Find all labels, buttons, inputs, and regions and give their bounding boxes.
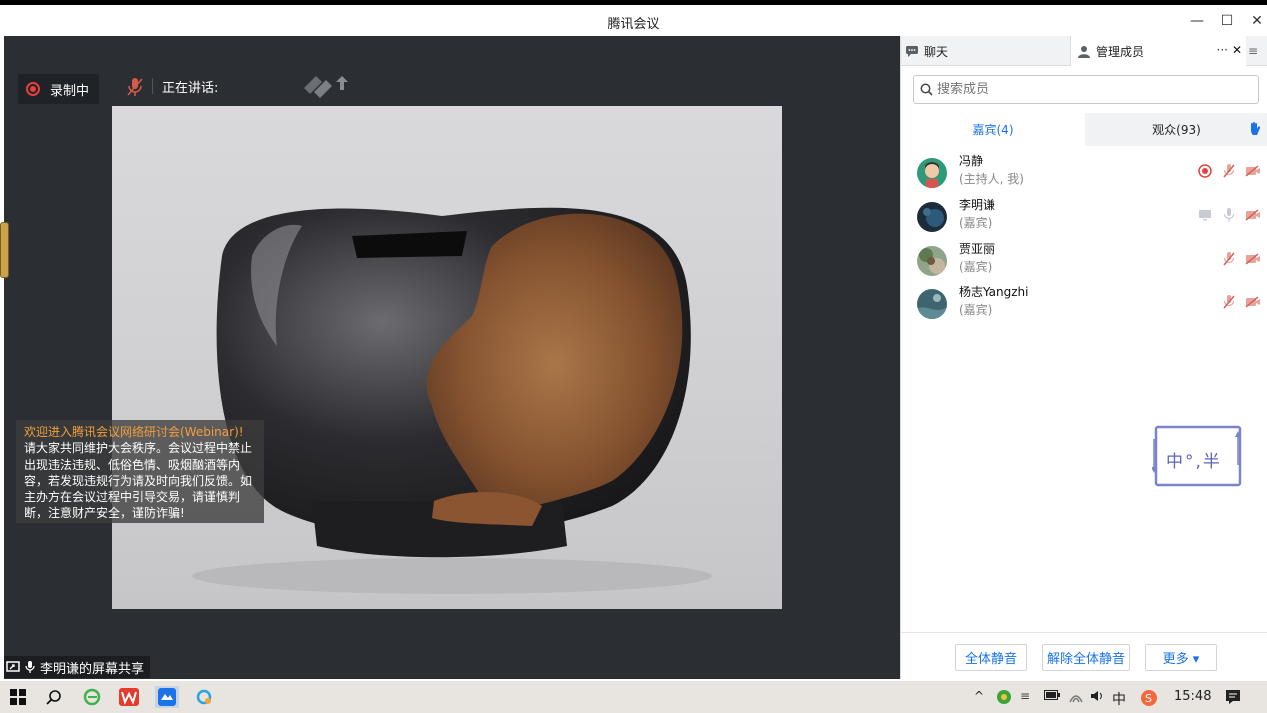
member-role: (嘉宾) [959, 303, 993, 317]
speaking-label: 正在讲话: [162, 81, 219, 96]
share-owner-label: 李明谦的屏幕共享 [40, 661, 145, 677]
record-icon [1196, 162, 1214, 180]
screen-share-label: 李明谦的屏幕共享 [4, 656, 151, 678]
tencent-app-icon[interactable] [192, 686, 216, 708]
member-row[interactable]: 贾亚丽 (嘉宾) [917, 240, 1262, 280]
tencent-meeting-taskbar-icon[interactable] [155, 686, 179, 708]
search-input[interactable] [937, 82, 1237, 97]
member-role: (主持人, 我) [959, 172, 1024, 186]
video-off-icon[interactable] [1244, 250, 1262, 268]
tab-members[interactable]: 管理成员 ··· ✕ [1071, 36, 1246, 66]
tencent-meeting-logo-icon [304, 76, 348, 98]
welcome-notice: 欢迎进入腾讯会议网络研讨会(Webinar)! 请大家共同维护大会秩序。会议过程… [16, 420, 264, 523]
shared-screen-image [112, 106, 782, 609]
member-row[interactable]: 杨志Yangzhi (嘉宾) [917, 283, 1262, 323]
recording-label: 录制中 [50, 83, 90, 99]
muted-mic-icon[interactable] [1220, 162, 1238, 180]
notification-icon[interactable] [1225, 689, 1241, 708]
video-off-icon[interactable] [1244, 206, 1262, 224]
tab-chat-label: 聊天 [924, 44, 949, 59]
avatar [917, 202, 947, 232]
tab-audience[interactable]: 观众(93) [1085, 113, 1267, 146]
svg-text:S: S [1145, 692, 1152, 705]
ie-browser-icon[interactable] [80, 686, 104, 708]
avatar [917, 158, 947, 188]
video-off-icon[interactable] [1244, 162, 1262, 180]
raise-hand-icon[interactable] [1248, 121, 1262, 137]
tab-audience-label: 观众(93) [1152, 123, 1201, 137]
member-search[interactable] [913, 75, 1259, 104]
video-off-icon[interactable] [1244, 293, 1262, 311]
screen-share-icon [6, 661, 20, 672]
chat-icon [906, 46, 918, 57]
close-panel-button[interactable]: ✕ [1232, 43, 1242, 57]
tab-members-label: 管理成员 [1096, 44, 1145, 59]
member-name: 冯静 [959, 154, 984, 168]
divider [152, 78, 153, 94]
member-name: 杨志Yangzhi [959, 285, 1029, 299]
tab-chat[interactable]: 聊天 [901, 36, 1071, 66]
members-panel: 聊天 管理成员 ··· ✕ ≡ 嘉宾(4) 观众(93) 冯静 (主持人, 我) [900, 36, 1267, 679]
panel-menu-button[interactable]: ≡ [1248, 36, 1258, 66]
tray-input-icon[interactable]: ≡ [1020, 689, 1030, 703]
avatar [917, 289, 947, 319]
avatar [917, 246, 947, 276]
muted-mic-icon [127, 78, 143, 96]
volume-icon[interactable] [1090, 689, 1106, 706]
title-bar: 腾讯会议 — ☐ ✕ [0, 5, 1267, 36]
clock[interactable]: 15:48 [1174, 689, 1211, 704]
record-icon [26, 82, 40, 96]
member-row[interactable]: 冯静 (主持人, 我) [917, 152, 1262, 192]
wifi-icon[interactable] [1068, 689, 1084, 706]
welcome-title: 欢迎进入腾讯会议网络研讨会(Webinar)! [24, 425, 244, 439]
meeting-stage: 录制中 正在讲话: 欢迎进入腾讯会议网络研讨会(Webinar)! 请大家共同维… [4, 36, 900, 679]
more-button[interactable]: 更多 ▾ [1145, 644, 1217, 671]
unmute-all-button[interactable]: 解除全体静音 [1042, 644, 1130, 671]
mic-icon [25, 661, 35, 673]
member-role: (嘉宾) [959, 260, 993, 274]
welcome-body: 请大家共同维护大会秩序。会议过程中禁止出现违法违规、低俗色情、吸烟酗酒等内容，若… [24, 441, 253, 521]
member-subtabs: 嘉宾(4) 观众(93) [901, 113, 1267, 146]
sogou-icon[interactable]: S [1140, 689, 1158, 710]
member-name: 贾亚丽 [959, 242, 996, 256]
tab-guests[interactable]: 嘉宾(4) [901, 113, 1085, 146]
panel-footer: 全体静音 解除全体静音 更多 ▾ [901, 632, 1267, 679]
wps-icon[interactable] [117, 686, 141, 708]
mute-all-button[interactable]: 全体静音 [955, 644, 1027, 671]
search-icon [920, 83, 933, 96]
side-drag-handle[interactable] [0, 222, 9, 278]
ime-text: 中°,半 [1166, 452, 1222, 472]
tray-app-icon[interactable] [996, 689, 1012, 708]
mic-icon[interactable] [1220, 206, 1238, 224]
window-title: 腾讯会议 [607, 17, 660, 32]
screen-share-icon [1196, 206, 1214, 224]
vase-image [192, 207, 712, 594]
taskbar: ^ ≡ 中 S 15:48 [0, 681, 1267, 713]
more-options-button[interactable]: ··· [1217, 43, 1228, 57]
member-name: 李明谦 [959, 198, 996, 212]
maximize-button[interactable]: ☐ [1213, 9, 1241, 33]
person-icon [1078, 45, 1090, 58]
tray-expand-icon[interactable]: ^ [974, 689, 984, 703]
stage-toolbar: 录制中 正在讲话: [4, 36, 900, 106]
windows-start-icon[interactable] [6, 686, 30, 708]
ime-indicator[interactable]: 中 [1112, 689, 1126, 709]
search-icon[interactable] [42, 686, 66, 708]
muted-mic-icon[interactable] [1220, 293, 1238, 311]
member-role: (嘉宾) [959, 216, 993, 230]
battery-icon[interactable] [1044, 689, 1060, 703]
minimize-button[interactable]: — [1183, 9, 1211, 33]
member-row[interactable]: 李明谦 (嘉宾) [917, 196, 1262, 236]
close-button[interactable]: ✕ [1243, 9, 1267, 33]
panel-tabs: 聊天 管理成员 ··· ✕ ≡ [901, 36, 1267, 66]
muted-mic-icon[interactable] [1220, 250, 1238, 268]
recording-indicator[interactable]: 录制中 [18, 74, 100, 104]
ime-status-widget[interactable]: 中°,半 [1151, 425, 1242, 487]
